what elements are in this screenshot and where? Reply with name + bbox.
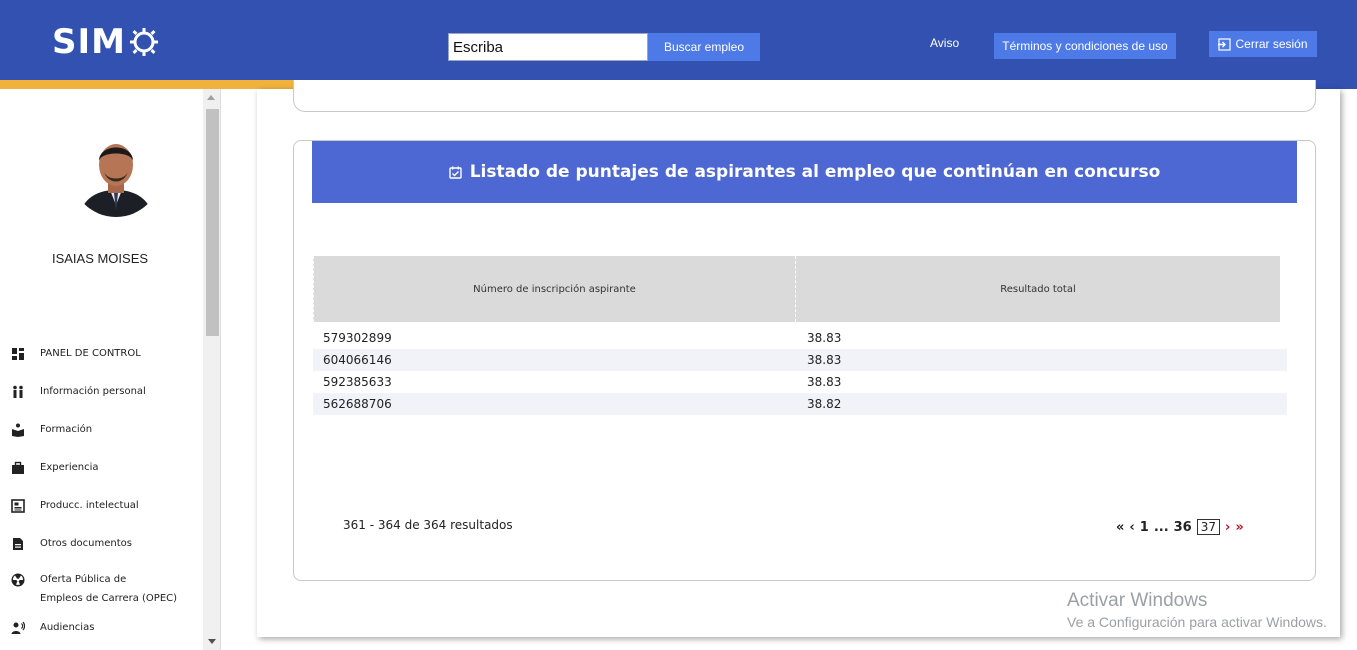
table-row: 592385633 38.83	[313, 371, 1287, 393]
sidebar-item-label: Experiencia	[40, 462, 99, 473]
cell-total: 38.83	[807, 375, 842, 389]
scroll-thumb[interactable]	[206, 109, 219, 336]
simo-logo[interactable]: SIM	[52, 22, 159, 62]
prev-page-button[interactable]: ‹	[1129, 520, 1134, 535]
speaker-icon	[11, 621, 25, 634]
sidebar-scrollbar[interactable]	[203, 89, 220, 650]
sign-in-icon	[1218, 37, 1232, 51]
avatar	[71, 127, 161, 217]
column-header-total[interactable]: Resultado total	[796, 256, 1280, 322]
table-row: 579302899 38.83	[313, 327, 1287, 349]
people-icon	[13, 385, 23, 398]
results-count: 361 - 364 de 364 resultados	[343, 518, 513, 532]
search-input[interactable]	[448, 33, 648, 61]
sidebar-item-panel-de-control[interactable]: PANEL DE CONTROL	[0, 347, 200, 377]
page-1-button[interactable]: 1	[1140, 520, 1149, 535]
sidebar: ISAIAS MOISES PANEL DE CONTROL Informaci…	[0, 89, 221, 650]
sidebar-item-experiencia[interactable]: Experiencia	[0, 461, 200, 491]
calendar-check-icon	[449, 166, 462, 179]
sidebar-item-label: Audiencias	[40, 622, 95, 633]
current-page[interactable]: 37	[1196, 519, 1221, 535]
radiation-icon	[11, 573, 25, 587]
briefcase-icon	[12, 461, 24, 474]
banner-title: Listado de puntajes de aspirantes al emp…	[469, 162, 1161, 182]
sidebar-item-formacion[interactable]: Formación	[0, 423, 200, 453]
sidebar-item-informacion-personal[interactable]: Información personal	[0, 385, 200, 415]
sidebar-item-label: PANEL DE CONTROL	[40, 348, 141, 359]
last-page-button[interactable]: »	[1235, 520, 1243, 535]
table-row: 604066146 38.83	[313, 349, 1287, 371]
windows-activation-subtitle: Ve a Configuración para activar Windows.	[1067, 614, 1327, 630]
cell-inscription: 579302899	[323, 331, 392, 345]
top-bar: SIM Buscar empleo Aviso Términos y condi…	[0, 0, 1357, 80]
sidebar-item-label: Otros documentos	[40, 538, 132, 549]
column-header-inscription[interactable]: Número de inscripción aspirante	[313, 256, 796, 322]
logout-label: Cerrar sesión	[1235, 37, 1308, 51]
sidebar-item-audiencias[interactable]: Audiencias	[0, 621, 200, 650]
cell-total: 38.83	[807, 353, 842, 367]
newspaper-icon	[11, 499, 25, 513]
sidebar-item-label: Información personal	[40, 386, 146, 397]
book-reader-icon	[12, 423, 24, 437]
sidebar-item-producc-intelectual[interactable]: Producc. intelectual	[0, 499, 200, 529]
pagination: « ‹ 1 ... 36 37 › »	[1116, 517, 1249, 537]
scroll-up-arrow-icon[interactable]	[207, 95, 215, 100]
terms-button[interactable]: Términos y condiciones de uso	[994, 33, 1176, 59]
table-row: 562688706 38.82	[313, 393, 1287, 415]
gear-icon	[129, 28, 158, 56]
sidebar-item-otros-documentos[interactable]: Otros documentos	[0, 537, 200, 567]
first-page-button[interactable]: «	[1116, 520, 1124, 535]
dashboard-icon	[12, 348, 24, 360]
sidebar-item-label: Producc. intelectual	[40, 500, 139, 511]
logout-button[interactable]: Cerrar sesión	[1209, 31, 1317, 57]
user-name: ISAIAS MOISES	[51, 251, 149, 266]
cell-inscription: 562688706	[323, 397, 392, 411]
scroll-down-arrow-icon[interactable]	[208, 639, 216, 644]
logo-text: SIM	[52, 22, 126, 62]
sidebar-item-opec[interactable]: Oferta Pública de Empleos de Carrera (OP…	[0, 573, 200, 613]
previous-card	[293, 80, 1316, 112]
next-page-button[interactable]: ›	[1225, 520, 1230, 535]
cell-inscription: 592385633	[323, 375, 392, 389]
cell-total: 38.82	[807, 397, 842, 411]
sidebar-item-label-line2: Empleos de Carrera (OPEC)	[40, 593, 178, 604]
search-job-button[interactable]: Buscar empleo	[648, 33, 760, 61]
sidebar-item-label: Formación	[40, 424, 93, 435]
page-36-button[interactable]: 36	[1174, 520, 1192, 535]
sidebar-item-label: Oferta Pública de	[40, 574, 127, 585]
document-icon	[13, 538, 23, 550]
pagination-ellipsis: ...	[1153, 519, 1169, 535]
aviso-link[interactable]: Aviso	[930, 36, 959, 50]
windows-activation-title: Activar Windows	[1067, 590, 1208, 611]
cell-inscription: 604066146	[323, 353, 392, 367]
scores-banner: Listado de puntajes de aspirantes al emp…	[312, 141, 1297, 203]
table-header: Número de inscripción aspirante Resultad…	[313, 256, 1280, 322]
cell-total: 38.83	[807, 331, 842, 345]
